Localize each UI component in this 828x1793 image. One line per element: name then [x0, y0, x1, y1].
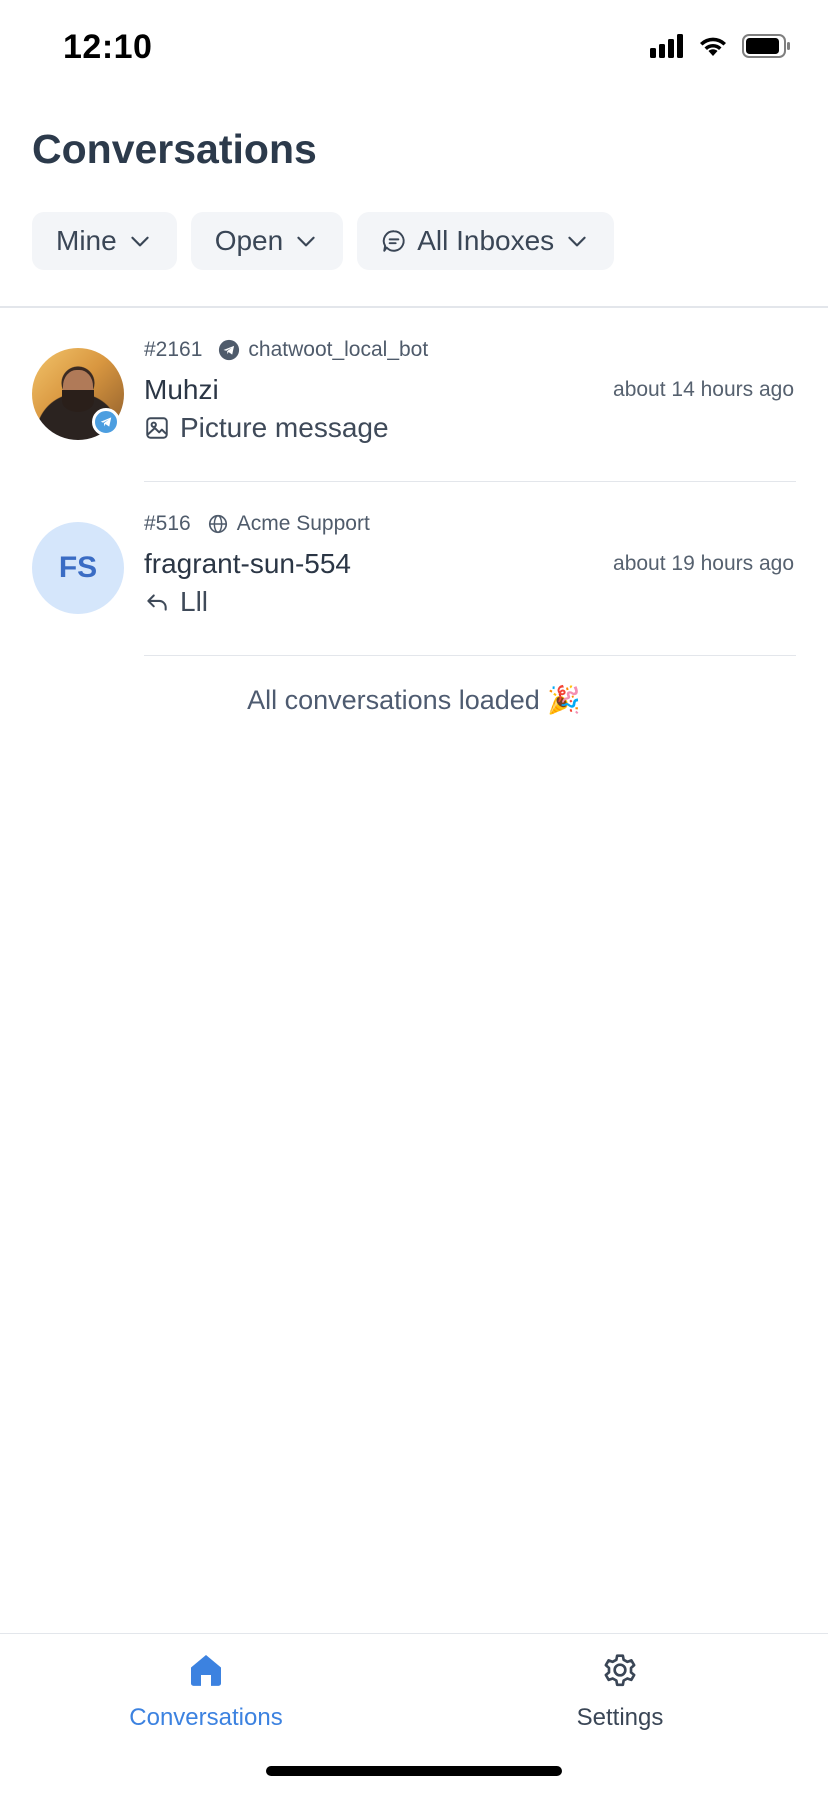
message-preview: Picture message [144, 412, 389, 444]
list-end-message: All conversations loaded 🎉 [247, 685, 581, 715]
message-preview: Lll [144, 586, 208, 618]
telegram-icon [219, 339, 240, 361]
conversation-meta: #516 Acme Support [144, 512, 370, 536]
tab-conversations-label: Conversations [129, 1704, 283, 1731]
chat-bubble-icon [383, 230, 405, 252]
message-preview-text: Lll [180, 586, 209, 617]
conversation-id: #2161 [144, 338, 203, 361]
chevron-down-icon [297, 236, 315, 247]
filter-assignee-dropdown[interactable]: Mine [32, 212, 177, 270]
page-title: Conversations [32, 126, 317, 172]
tab-conversations[interactable]: Conversations [76, 1650, 336, 1732]
status-icons [650, 34, 792, 58]
row-divider [144, 655, 796, 656]
chevron-down-icon [568, 236, 586, 247]
inbox-name: Acme Support [236, 512, 370, 535]
avatar: FS [32, 522, 124, 614]
conversation-item[interactable]: #2161 chatwoot_local_bot Muhzi about 14 … [0, 308, 828, 482]
wifi-icon [700, 37, 726, 56]
conversation-list: #2161 chatwoot_local_bot Muhzi about 14 … [0, 308, 828, 656]
filter-assignee-label: Mine [56, 225, 117, 256]
filter-inbox-dropdown[interactable]: All Inboxes [357, 212, 615, 270]
signal-icon [650, 34, 683, 58]
tab-settings[interactable]: Settings [490, 1650, 750, 1732]
filter-status-label: Open [214, 225, 284, 256]
conversation-meta: #2161 chatwoot_local_bot [144, 338, 428, 362]
contact-name: Muhzi [144, 374, 219, 405]
conversation-time: about 19 hours ago [613, 552, 794, 575]
home-icon [191, 1655, 221, 1686]
globe-icon [208, 514, 227, 534]
filter-bar: Mine Open All Inboxes [32, 212, 615, 270]
tab-settings-label: Settings [576, 1704, 664, 1731]
status-time: 12:10 [63, 28, 153, 66]
home-indicator [266, 1766, 562, 1776]
gear-icon [604, 1654, 636, 1687]
conversation-item[interactable]: FS #516 Acme Support fragrant-sun-554 ab… [0, 482, 828, 656]
contact-name: fragrant-sun-554 [144, 548, 352, 579]
reply-icon [147, 594, 167, 611]
inbox-name: chatwoot_local_bot [248, 338, 429, 361]
battery-icon [742, 34, 790, 58]
image-icon [146, 417, 168, 439]
filter-status-dropdown[interactable]: Open [190, 212, 344, 270]
message-preview-text: Picture message [180, 412, 389, 443]
chevron-down-icon [131, 236, 149, 247]
status-bar: 12:10 [0, 0, 828, 100]
filter-inbox-label: All Inboxes [417, 225, 555, 256]
conversation-time: about 14 hours ago [613, 378, 794, 401]
conversation-id: #516 [144, 512, 191, 535]
telegram-icon [92, 408, 120, 436]
